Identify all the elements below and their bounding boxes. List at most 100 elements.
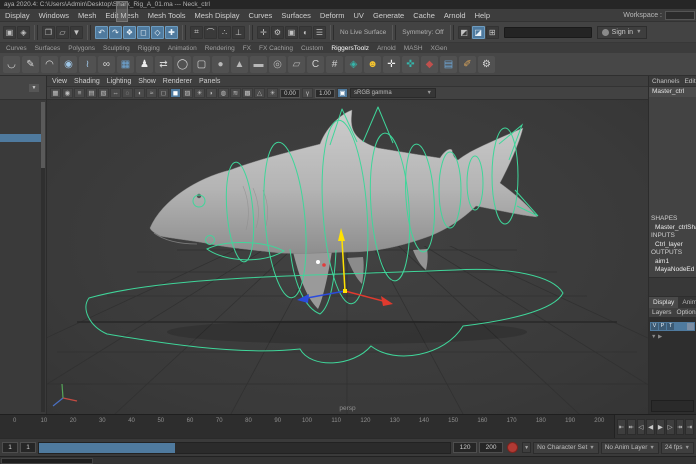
panel-menu-item[interactable]: Lighting [107, 78, 132, 85]
viewport-scene[interactable]: persp [47, 100, 648, 414]
bind-skin-icon[interactable]: ∞ [98, 56, 115, 73]
frame-tick[interactable]: 140 [409, 418, 438, 438]
menu-item[interactable]: Windows [39, 11, 69, 20]
character-set-dropdown[interactable]: No Character Set ▼ [533, 442, 599, 454]
frame-tick[interactable]: 190 [555, 418, 584, 438]
isolate-select-icon[interactable]: △ [254, 88, 265, 98]
sphere-icon[interactable]: ● [212, 56, 229, 73]
shark-model[interactable] [150, 110, 537, 309]
mask-hierarchy-icon[interactable]: ❖ [123, 26, 136, 39]
frame-tick[interactable]: 200 [585, 418, 614, 438]
mirror-icon[interactable]: ⇄ [155, 56, 172, 73]
channel-box-row[interactable]: SHAPES [649, 215, 696, 224]
shelf-tab[interactable]: MASH [404, 45, 423, 52]
divider[interactable] [87, 25, 91, 40]
channel-box-row[interactable]: Master_ctrlShape [649, 224, 696, 233]
wrap-deformer-icon[interactable]: ◈ [345, 56, 362, 73]
divider[interactable] [34, 25, 38, 40]
channel-box-row[interactable]: aim1 [649, 258, 696, 267]
lighting-icon[interactable]: ☀ [194, 88, 205, 98]
smooth-wire-icon[interactable]: ≈ [146, 88, 157, 98]
shelf-tab[interactable]: Curves [6, 45, 27, 52]
character-icon[interactable]: ♟ [136, 56, 153, 73]
render-icon[interactable]: ▣ [285, 26, 298, 39]
menu-item[interactable]: Arnold [444, 11, 466, 20]
node-editor-icon[interactable]: ⚙ [478, 56, 495, 73]
frame-tick[interactable]: 120 [351, 418, 380, 438]
shelf-tab[interactable]: Polygons [68, 45, 95, 52]
time-ticks[interactable]: 0102030405060708090100110120130140150160… [0, 415, 614, 438]
cylinder-icon[interactable]: ▬ [250, 56, 267, 73]
shaded-mode-icon[interactable]: ◼ [170, 88, 181, 98]
lattice-icon[interactable]: # [326, 56, 343, 73]
channel-box-row[interactable]: Ctrl_layer [649, 241, 696, 250]
animation-start-field[interactable]: 1 [2, 442, 18, 453]
playback-range-highlight[interactable] [39, 443, 175, 453]
shadows-icon[interactable]: ◗ [206, 88, 217, 98]
panel-menu-item[interactable]: Panels [199, 78, 220, 85]
go-to-end-button[interactable]: ⇥ [685, 419, 694, 435]
layer-editor-field[interactable] [651, 400, 694, 412]
menu-item[interactable]: Surfaces [281, 11, 311, 20]
snap-curve-icon[interactable]: ⌒ [204, 26, 217, 39]
frame-tick[interactable]: 100 [292, 418, 321, 438]
constraint-icon[interactable]: ✛ [383, 56, 400, 73]
current-frame-marker[interactable] [116, 1, 128, 22]
menu-item[interactable]: Mesh [78, 11, 96, 20]
view-transform-dropdown[interactable]: sRGB gamma ▼ [350, 88, 436, 98]
mask-object-icon[interactable]: ◻ [137, 26, 150, 39]
divider[interactable] [249, 25, 253, 40]
play-forwards-button[interactable]: ▶ [656, 419, 665, 435]
grid-toggle-icon[interactable]: ⊞ [486, 26, 499, 39]
play-backwards-button[interactable]: ◀ [646, 419, 655, 435]
divider[interactable] [182, 25, 186, 40]
anim-layer-dropdown[interactable]: No Anim Layer ▼ [601, 442, 659, 454]
frame-tick[interactable]: 50 [146, 418, 175, 438]
render-settings-icon[interactable]: ☰ [313, 26, 326, 39]
command-line-input[interactable] [1, 458, 93, 464]
channels-menu[interactable]: Channels [652, 78, 679, 85]
symmetry-label[interactable]: Symmetry: Off [402, 29, 443, 36]
frame-tick[interactable]: 110 [322, 418, 351, 438]
exposure-field[interactable]: 0.00 [280, 89, 300, 98]
set-key-icon[interactable]: ◆ [421, 56, 438, 73]
frame-tick[interactable]: 150 [439, 418, 468, 438]
range-bar[interactable] [38, 442, 451, 454]
outliner-selected-row[interactable] [0, 134, 41, 142]
textured-mode-icon[interactable]: ▨ [182, 88, 193, 98]
favorites-icon[interactable]: ◈ [17, 26, 30, 39]
channel-box-row[interactable]: OUTPUTS [649, 249, 696, 258]
divider[interactable] [330, 25, 334, 40]
color-management-icon[interactable]: ▣ [337, 88, 348, 98]
construction-history-icon[interactable]: ⚙ [271, 26, 284, 39]
search-input[interactable] [504, 27, 592, 38]
menu-item[interactable]: Deform [320, 11, 345, 20]
menu-item[interactable]: Help [475, 11, 490, 20]
sign-in-button[interactable]: Sign in ▼ [597, 26, 647, 39]
layer-playback-toggle[interactable]: P [659, 323, 666, 330]
mask-rig-icon[interactable]: ✚ [165, 26, 178, 39]
shelf-tab[interactable]: Sculpting [103, 45, 130, 52]
layer-row-selected[interactable]: V P T [650, 322, 695, 331]
image-plane-icon[interactable]: ▧ [98, 88, 109, 98]
shelf-tab[interactable]: RiggersToolz [331, 45, 369, 52]
joint-tool-icon[interactable]: ◉ [60, 56, 77, 73]
panel-menu-item[interactable]: Shading [74, 78, 100, 85]
torus-icon[interactable]: ◎ [269, 56, 286, 73]
camera-attributes-icon[interactable]: ≡ [74, 88, 85, 98]
playback-end-field[interactable]: 120 [453, 442, 477, 453]
select-camera-icon[interactable]: ▦ [50, 88, 61, 98]
mask-component-icon[interactable]: ◇ [151, 26, 164, 39]
step-forward-frame-button[interactable]: ▷ [666, 419, 675, 435]
highlight-selection-icon[interactable]: ◩ [458, 26, 471, 39]
layer-visibility-toggle[interactable]: V [651, 323, 658, 330]
ik-handle-icon[interactable]: ≀ [79, 56, 96, 73]
go-to-start-button[interactable]: ⇤ [617, 419, 626, 435]
frame-tick[interactable]: 0 [0, 418, 29, 438]
shelf-tab[interactable]: FX Caching [259, 45, 293, 52]
fps-dropdown[interactable]: 24 fps ▼ [661, 442, 694, 454]
frame-tick[interactable]: 70 [205, 418, 234, 438]
shelf-tab[interactable]: Surfaces [35, 45, 61, 52]
layer-editor-menu-item[interactable]: Options [677, 309, 696, 316]
blendshape-icon[interactable]: ☻ [364, 56, 381, 73]
